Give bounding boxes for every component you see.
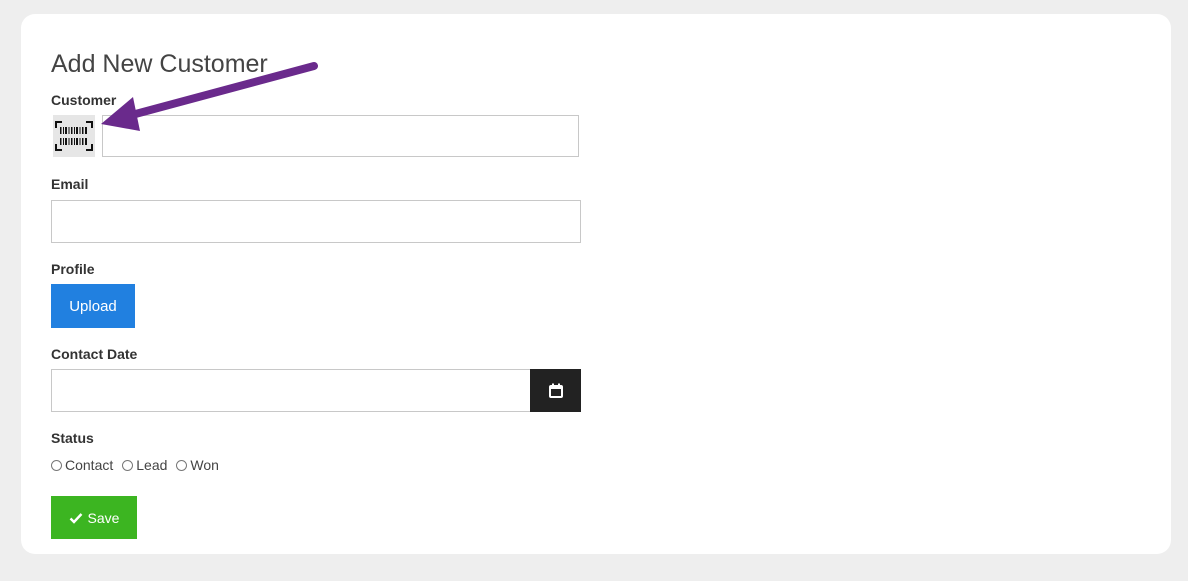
barcode-scan-button[interactable] [53,115,95,157]
calendar-button[interactable] [530,369,581,412]
radio-button[interactable] [51,459,62,471]
upload-button[interactable]: Upload [51,284,135,328]
calendar-icon [548,383,563,398]
status-option-lead[interactable]: Lead [122,457,167,473]
contact-date-input[interactable] [51,369,531,412]
email-input[interactable] [51,200,581,243]
save-button-label: Save [87,509,120,526]
contact-date-label: Contact Date [51,346,138,362]
status-option-label: Lead [136,457,168,473]
add-customer-card: Add New Customer Customer Email Profile … [21,14,1171,554]
radio-button[interactable] [122,459,134,471]
status-option-label: Won [190,457,219,473]
radio-button[interactable] [176,459,188,471]
status-option-won[interactable]: Won [176,457,219,473]
email-label: Email [51,176,89,192]
status-radio-group: Contact Lead Won [51,457,228,473]
page-title: Add New Customer [51,50,268,78]
customer-label: Customer [51,92,117,108]
save-button[interactable]: Save [51,496,137,539]
status-label: Status [51,430,94,446]
customer-input[interactable] [102,115,579,157]
profile-label: Profile [51,261,95,277]
status-option-contact[interactable]: Contact [51,457,113,473]
status-option-label: Contact [65,457,114,473]
checkmark-icon [69,512,82,524]
barcode-scan-icon [55,121,93,151]
